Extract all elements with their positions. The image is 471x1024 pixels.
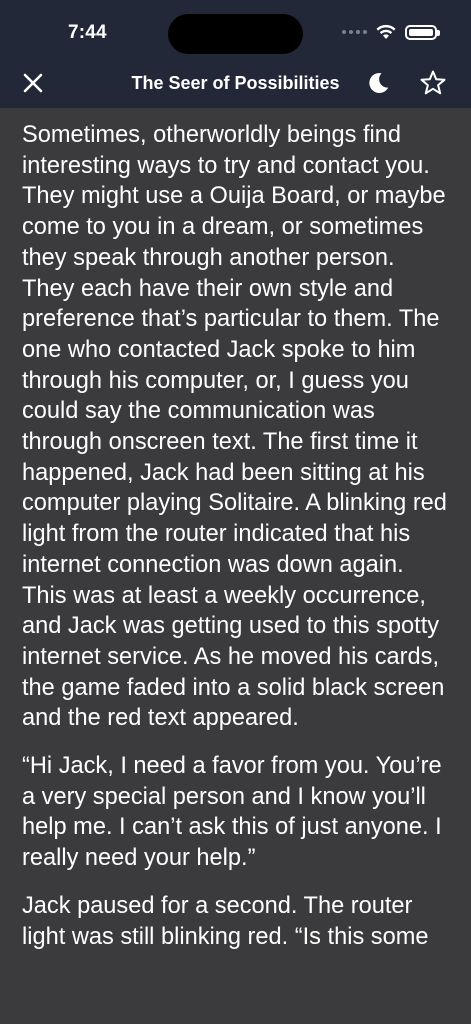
close-icon[interactable] — [20, 70, 46, 96]
status-icons — [342, 24, 440, 40]
story-paragraph: Jack paused for a second. The router lig… — [22, 892, 429, 950]
dynamic-island — [168, 14, 303, 54]
story-paragraph: Sometimes, otherworldly beings find inte… — [22, 122, 447, 732]
page-title: The Seer of Possibilities — [131, 73, 340, 93]
star-icon[interactable] — [419, 69, 447, 97]
status-time: 7:44 — [68, 22, 107, 43]
wifi-icon — [376, 24, 396, 39]
status-bar: 7:44 — [0, 0, 471, 58]
navigation-bar: The Seer of Possibilities — [0, 58, 471, 108]
story-reader[interactable]: Sometimes, otherworldly beings find inte… — [0, 108, 471, 1024]
story-body: Sometimes, otherworldly beings find inte… — [0, 108, 471, 952]
cellular-signal-icon — [342, 30, 367, 34]
story-paragraph: “Hi Jack, I need a favor from you. You’r… — [22, 753, 442, 872]
moon-icon[interactable] — [365, 70, 391, 96]
battery-icon — [405, 24, 440, 40]
